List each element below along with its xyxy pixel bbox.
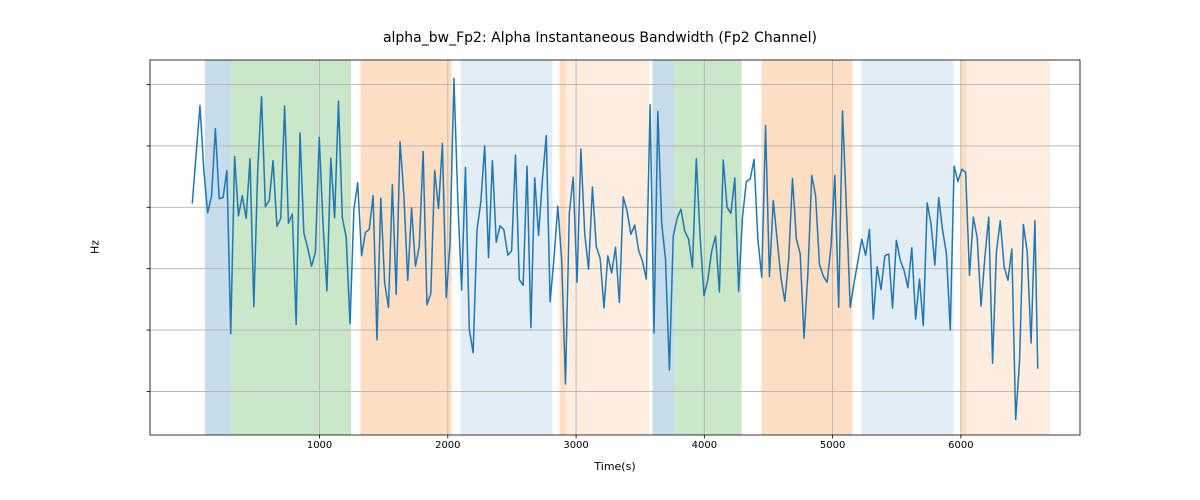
x-axis-label: Time(s) <box>594 460 635 473</box>
chart-title: alpha_bw_Fp2: Alpha Instantaneous Bandwi… <box>0 30 1200 46</box>
x-tick-label: 4000 <box>692 440 717 451</box>
y-axis-label: Hz <box>89 240 102 254</box>
x-tick-label: 1000 <box>307 440 332 451</box>
axes-spines <box>150 60 1080 435</box>
x-tick-label: 2000 <box>435 440 460 451</box>
x-tick-label: 3000 <box>563 440 588 451</box>
x-tick-label: 5000 <box>820 440 845 451</box>
plot-area <box>150 60 1080 435</box>
x-tick-label: 6000 <box>948 440 973 451</box>
